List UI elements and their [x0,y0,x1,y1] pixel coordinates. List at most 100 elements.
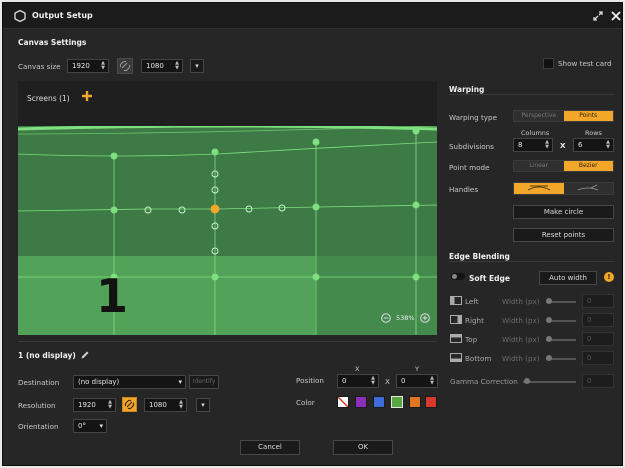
color-swatch[interactable] [373,396,385,408]
toggle-knob [452,274,457,279]
canvas-height-value: 1080 [146,62,164,70]
handles-toggle[interactable] [513,182,614,195]
link-aspect-button[interactable] [117,58,133,74]
spin-arrows-icon[interactable]: ▲ ▼ [544,140,550,150]
edge-bottom-width-label: Width (px) [502,354,540,363]
handles-symmetric[interactable] [514,183,564,194]
columns-input[interactable]: 8 ▲ ▼ [513,138,553,152]
edge-left-label: Left [465,297,479,306]
warping-type-toggle[interactable]: Perspective Points [513,110,614,122]
edge-bottom-input[interactable]: 0 [582,351,614,365]
warp-grid-canvas[interactable]: 1 [18,126,437,335]
edge-left-input[interactable]: 0 [582,294,614,308]
destination-dropdown[interactable]: (no display) ▾ [73,375,186,389]
divider [449,261,615,262]
orientation-label: Orientation [18,422,59,431]
warping-type-perspective[interactable]: Perspective [514,111,564,121]
resolution-width-input[interactable]: 1920 ▲ ▼ [73,398,116,412]
info-icon[interactable]: ! [604,272,614,282]
make-circle-button[interactable]: Make circle [513,205,614,219]
edge-top-label: Top [465,335,478,344]
chevron-down-icon: ▾ [195,62,199,70]
spin-arrows-icon[interactable]: ▲ ▼ [100,61,106,71]
point-mode-toggle[interactable]: Linear Bezier [513,160,614,172]
ok-button[interactable]: OK [333,440,393,455]
canvas-settings-title: Canvas Settings [18,38,87,47]
color-swatch[interactable] [425,396,437,408]
show-test-card-label: Show test card [558,59,612,68]
subdivisions-separator: X [560,141,566,150]
point-mode-label: Point mode [449,163,490,172]
point-mode-bezier[interactable]: Bezier [563,161,613,171]
chevron-down-icon: ▾ [99,422,103,430]
reset-points-button[interactable]: Reset points [513,228,614,242]
spin-arrows-icon[interactable]: ▲ ▼ [605,140,611,150]
gamma-input[interactable]: 0 [582,374,614,388]
rename-display-button[interactable] [80,350,90,360]
rows-value: 6 [578,141,583,149]
link-resolution-button[interactable] [122,397,137,412]
color-swatch[interactable] [409,396,421,408]
canvas-width-input[interactable]: 1920 ▲ ▼ [67,59,109,73]
zoom-in-button[interactable] [420,313,430,323]
restore-button[interactable] [591,9,605,23]
plus-icon [82,91,92,101]
edge-right-input[interactable]: 0 [582,313,614,327]
show-test-card-checkbox[interactable] [543,58,554,69]
canvas-height-input[interactable]: 1080 ▲ ▼ [141,59,183,73]
screens-title: Screens (1) [27,94,70,103]
color-swatch-none[interactable] [337,396,349,408]
orientation-dropdown[interactable]: 0° ▾ [73,419,107,433]
rows-input[interactable]: 6 ▲ ▼ [573,138,614,152]
edge-top-input[interactable]: 0 [582,332,614,346]
cancel-button[interactable]: Cancel [240,440,300,455]
slider-knob[interactable] [546,355,552,361]
slider-knob[interactable] [546,336,552,342]
close-button[interactable] [609,9,623,23]
close-icon [611,11,621,21]
resolution-height-input[interactable]: 1080 ▲ ▼ [144,398,187,412]
warping-type-points[interactable]: Points [563,111,613,121]
resolution-preset-dropdown[interactable]: ▾ [196,398,210,412]
spin-arrows-icon[interactable]: ▲ ▼ [174,61,180,71]
left-edge-icon [450,296,462,305]
color-swatch-selected[interactable] [391,396,403,408]
corner-handles-icon [578,184,599,191]
gamma-value: 0 [587,377,592,385]
hexagon-icon [14,10,26,22]
chevron-down-icon: ▾ [178,378,182,386]
output-setup-window: Output Setup Canvas Settings Canvas size… [2,2,623,466]
color-label: Color [296,398,315,407]
resolution-width-value: 1920 [78,401,96,409]
canvas-size-preset-dropdown[interactable]: ▾ [190,59,204,73]
spin-arrows-icon[interactable]: ▲ ▼ [107,400,113,410]
slider-knob[interactable] [546,317,552,323]
screen-number-label: 1 [96,269,128,323]
edge-right-width-label: Width (px) [502,316,540,325]
gamma-slider[interactable] [523,381,576,383]
add-screen-button[interactable] [81,90,93,102]
canvas-preview[interactable]: 1 538% [18,126,437,335]
color-swatch[interactable] [355,396,367,408]
position-y-input[interactable]: 0 ▲ ▼ [396,374,438,388]
slider-knob[interactable] [546,298,552,304]
handles-free[interactable] [563,183,613,194]
point-mode-linear[interactable]: Linear [514,161,564,171]
subdivisions-label: Subdivisions [449,142,494,151]
edge-top-width-label: Width (px) [502,335,540,344]
soft-edge-toggle[interactable] [451,273,465,280]
spin-arrows-icon[interactable]: ▲ ▼ [370,376,376,386]
slider-knob[interactable] [524,378,530,384]
auto-width-button[interactable]: Auto width [539,271,597,285]
identify-button[interactable]: Identify [189,375,219,389]
spin-arrows-icon[interactable]: ▲ ▼ [429,376,435,386]
position-y-value: 0 [401,377,406,385]
edge-bottom-value: 0 [587,354,592,362]
zoom-out-button[interactable] [381,313,391,323]
position-x-input[interactable]: 0 ▲ ▼ [337,374,379,388]
spin-arrows-icon[interactable]: ▲ ▼ [178,400,184,410]
warping-type-label: Warping type [449,113,498,122]
window-title: Output Setup [32,11,93,20]
top-edge-icon [450,334,462,343]
divider [18,341,437,342]
